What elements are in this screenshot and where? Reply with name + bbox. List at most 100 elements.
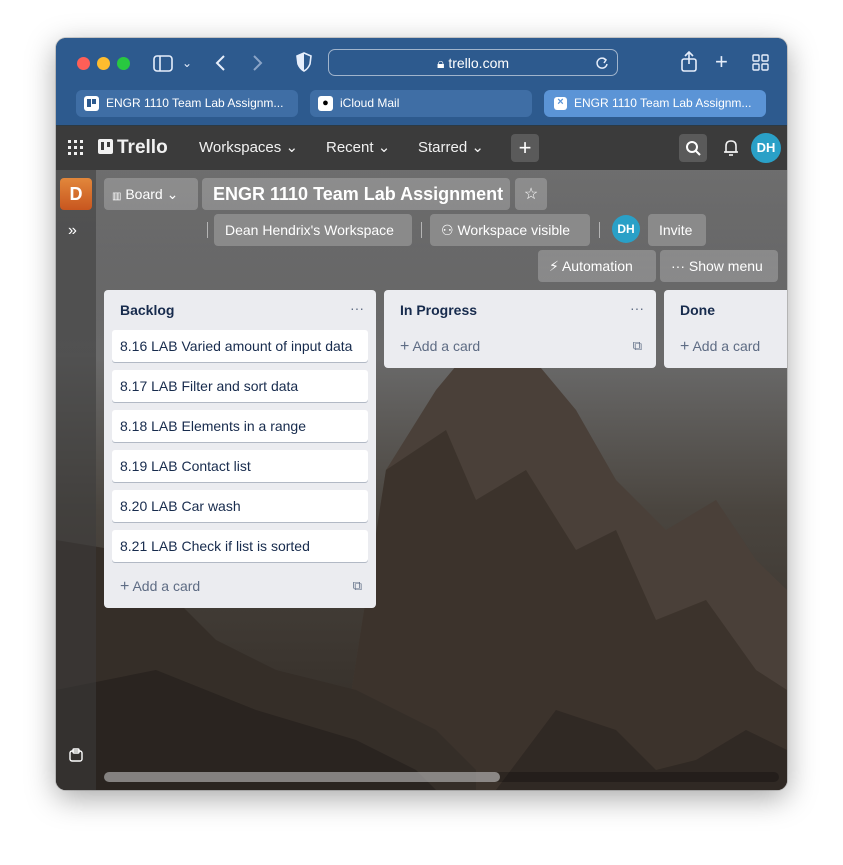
zoom-window-button[interactable] xyxy=(117,57,130,70)
board-title[interactable]: ENGR 1110 Team Lab Assignment xyxy=(202,178,510,210)
card-template-icon[interactable]: ⧉ xyxy=(633,338,642,354)
tab-trello-1[interactable]: ENGR 1110 Team Lab Assignm... xyxy=(76,90,298,117)
workspace-sidebar: D » xyxy=(56,170,96,790)
tab-label: ENGR 1110 Team Lab Assignm... xyxy=(574,96,752,110)
horizontal-scrollbar-thumb[interactable] xyxy=(104,772,500,782)
card[interactable]: 8.17 LAB Filter and sort data xyxy=(112,370,368,402)
keyboard-shortcuts-icon[interactable] xyxy=(69,748,83,762)
minimize-window-button[interactable] xyxy=(97,57,110,70)
divider xyxy=(207,222,208,238)
notifications-bell-icon[interactable] xyxy=(723,139,739,157)
add-card-button[interactable]: + Add a card xyxy=(400,338,480,356)
add-card-label: Add a card xyxy=(412,338,481,354)
list-done: Done + Add a card xyxy=(664,290,787,368)
address-bar[interactable]: 🔒︎ trello.com xyxy=(328,49,618,76)
close-tab-icon[interactable]: × xyxy=(554,96,567,110)
add-card-button[interactable]: + Add a card xyxy=(120,578,200,596)
card-template-icon[interactable]: ⧉ xyxy=(353,578,362,594)
tab-overview-icon[interactable] xyxy=(752,54,769,71)
lock-icon: 🔒︎ xyxy=(436,55,445,71)
card[interactable]: 8.18 LAB Elements in a range xyxy=(112,410,368,442)
people-icon: ⚇ xyxy=(441,222,454,238)
star-board-button[interactable]: ☆ xyxy=(515,178,547,210)
add-card-button[interactable]: + Add a card xyxy=(680,338,760,356)
close-window-button[interactable] xyxy=(77,57,90,70)
search-icon xyxy=(686,141,701,156)
list-actions-icon[interactable]: ··· xyxy=(630,300,644,316)
automation-label: Automation xyxy=(561,258,633,274)
show-menu-label: Show menu xyxy=(688,258,763,274)
plus-icon: + xyxy=(120,578,130,595)
card[interactable]: 8.19 LAB Contact list xyxy=(112,450,368,482)
plus-icon: + xyxy=(680,338,690,355)
trello-logo[interactable]: Trello xyxy=(98,126,168,170)
add-card-label: Add a card xyxy=(692,338,761,354)
card[interactable]: 8.21 LAB Check if list is sorted xyxy=(112,530,368,562)
more-icon: ··· xyxy=(671,258,685,274)
workspace-icon[interactable]: D xyxy=(60,178,92,210)
plus-icon: + xyxy=(400,338,410,355)
search-button[interactable] xyxy=(679,134,707,162)
tab-label: iCloud Mail xyxy=(340,96,400,110)
create-button[interactable]: + xyxy=(511,134,539,162)
list-in-progress: In Progress ··· + Add a card ⧉ xyxy=(384,290,656,368)
trello-logo-icon xyxy=(98,139,113,154)
workspace-link[interactable]: Dean Hendrix's Workspace xyxy=(214,214,412,246)
recent-label: Recent xyxy=(326,139,374,156)
list-backlog: Backlog ··· 8.16 LAB Varied amount of in… xyxy=(104,290,376,608)
board-view-label: Board xyxy=(125,186,163,202)
privacy-shield-icon[interactable] xyxy=(296,52,312,72)
chevron-down-icon[interactable]: ⌄ xyxy=(182,53,192,73)
chevron-down-icon: ⌄ xyxy=(377,139,391,156)
lightning-icon: ⚡︎ xyxy=(549,258,559,274)
sidebar-toggle-icon[interactable] xyxy=(153,55,173,72)
starred-menu[interactable]: Starred ⌄ xyxy=(418,126,484,170)
list-title[interactable]: In Progress xyxy=(400,302,477,318)
divider xyxy=(421,222,422,238)
forward-icon[interactable] xyxy=(252,54,264,72)
chevron-down-icon: ⌄ xyxy=(166,186,179,202)
list-title[interactable]: Done xyxy=(680,302,715,318)
workspaces-menu[interactable]: Workspaces ⌄ xyxy=(199,126,298,170)
horizontal-scrollbar-track[interactable] xyxy=(104,772,779,782)
user-avatar[interactable]: DH xyxy=(751,133,781,163)
share-icon[interactable] xyxy=(680,51,698,73)
board-view-icon: ▥ xyxy=(112,191,122,202)
url-text: trello.com xyxy=(448,55,510,71)
list-title[interactable]: Backlog xyxy=(120,302,174,318)
back-icon[interactable] xyxy=(214,54,226,72)
recent-menu[interactable]: Recent ⌄ xyxy=(326,126,390,170)
tab-trello-active[interactable]: × ENGR 1110 Team Lab Assignm... xyxy=(544,90,766,117)
card[interactable]: 8.20 LAB Car wash xyxy=(112,490,368,522)
reload-icon[interactable] xyxy=(595,56,609,70)
tab-label: ENGR 1110 Team Lab Assignm... xyxy=(106,96,284,110)
board-canvas: D » ▥ Board ⌄ ENGR 1110 Team Lab Assignm… xyxy=(56,170,787,790)
card[interactable]: 8.16 LAB Varied amount of input data xyxy=(112,330,368,362)
tab-icloud-mail[interactable]: ● iCloud Mail xyxy=(310,90,532,117)
safari-toolbar: ⌄ 🔒︎ trello.com + xyxy=(56,38,787,90)
expand-sidebar-icon[interactable]: » xyxy=(68,222,77,240)
new-tab-icon[interactable]: + xyxy=(715,51,728,73)
apple-favicon-icon: ● xyxy=(318,96,333,111)
starred-label: Starred xyxy=(418,139,468,156)
browser-window: ⌄ 🔒︎ trello.com + ENGR 1110 Team Lab Ass… xyxy=(56,38,787,790)
trello-header: Trello Workspaces ⌄ Recent ⌄ Starred ⌄ +… xyxy=(56,126,787,170)
trello-logo-text: Trello xyxy=(117,137,168,158)
visibility-button[interactable]: ⚇ Workspace visible xyxy=(430,214,590,246)
show-menu-button[interactable]: ··· Show menu xyxy=(660,250,778,282)
list-actions-icon[interactable]: ··· xyxy=(350,300,364,316)
divider xyxy=(599,222,600,238)
chevron-down-icon: ⌄ xyxy=(285,139,299,156)
workspaces-label: Workspaces xyxy=(199,139,282,156)
add-card-label: Add a card xyxy=(132,578,201,594)
trello-favicon-icon xyxy=(84,96,99,111)
invite-button[interactable]: Invite xyxy=(648,214,706,246)
app-switcher-icon[interactable] xyxy=(68,140,84,156)
board-view-switcher[interactable]: ▥ Board ⌄ xyxy=(104,178,198,210)
star-icon: ☆ xyxy=(523,186,539,203)
chevron-down-icon: ⌄ xyxy=(471,139,484,156)
board-member-avatar[interactable]: DH xyxy=(612,215,640,243)
tab-bar: ENGR 1110 Team Lab Assignm... ● iCloud M… xyxy=(56,90,787,125)
visibility-label: Workspace visible xyxy=(457,222,571,238)
automation-button[interactable]: ⚡︎ Automation xyxy=(538,250,656,282)
